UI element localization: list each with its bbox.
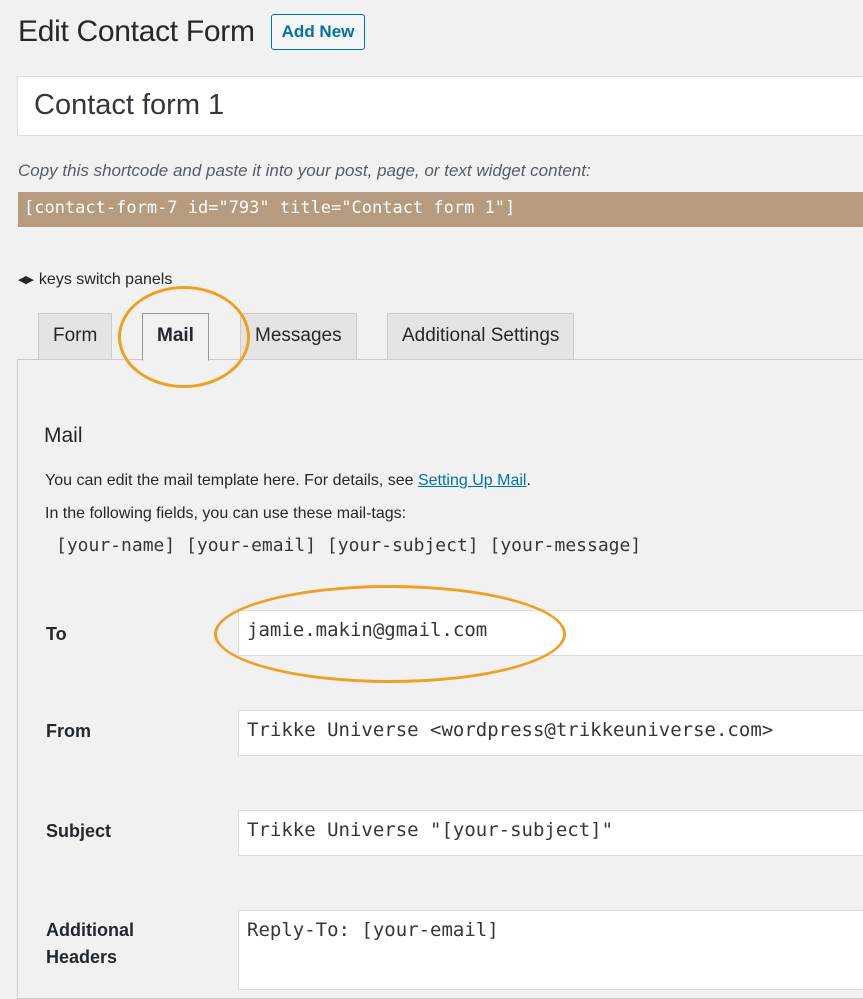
subject-label: Subject bbox=[46, 821, 112, 841]
tab-additional-settings[interactable]: Additional Settings bbox=[387, 313, 575, 360]
tab-messages[interactable]: Messages bbox=[240, 313, 357, 360]
from-input[interactable]: Trikke Universe <wordpress@trikkeunivers… bbox=[238, 710, 863, 756]
mail-description-end: . bbox=[526, 472, 531, 489]
mail-description-text: You can edit the mail template here. For… bbox=[45, 472, 418, 489]
add-new-button[interactable]: Add New bbox=[270, 14, 366, 50]
additional-headers-label-line2: Headers bbox=[46, 947, 118, 967]
setting-up-mail-link[interactable]: Setting Up Mail bbox=[418, 472, 527, 489]
subject-input[interactable]: Trikke Universe "[your-subject]" bbox=[238, 810, 863, 856]
mail-panel bbox=[17, 359, 863, 999]
keys-hint-text: keys switch panels bbox=[38, 271, 173, 288]
keys-hint: ◀▶ keys switch panels bbox=[18, 271, 172, 289]
mail-tags-intro: In the following fields, you can use the… bbox=[45, 505, 407, 522]
mail-description: You can edit the mail template here. For… bbox=[45, 472, 531, 490]
tab-form[interactable]: Form bbox=[38, 313, 113, 360]
page-title: Edit Contact Form bbox=[18, 15, 255, 48]
additional-headers-label-line1: Additional bbox=[46, 920, 134, 940]
shortcode-hint: Copy this shortcode and paste it into yo… bbox=[18, 161, 591, 180]
mail-tags-list: [your-name] [your-email] [your-subject] … bbox=[56, 535, 642, 556]
mail-section-title: Mail bbox=[44, 424, 83, 447]
shortcode-field[interactable]: [contact-form-7 id="793" title="Contact … bbox=[18, 192, 863, 227]
to-label: To bbox=[46, 624, 67, 644]
additional-headers-label: Additional Headers bbox=[46, 917, 134, 971]
additional-headers-textarea[interactable]: Reply-To: [your-email] bbox=[238, 910, 863, 990]
page-heading-row: Edit Contact Form Add New bbox=[18, 14, 366, 50]
tab-mail[interactable]: Mail bbox=[142, 313, 209, 361]
left-right-arrows-icon: ◀▶ bbox=[18, 274, 34, 286]
to-input[interactable]: jamie.makin@gmail.com bbox=[238, 610, 863, 656]
from-label: From bbox=[46, 721, 91, 741]
form-title-input[interactable]: Contact form 1 bbox=[17, 76, 863, 136]
